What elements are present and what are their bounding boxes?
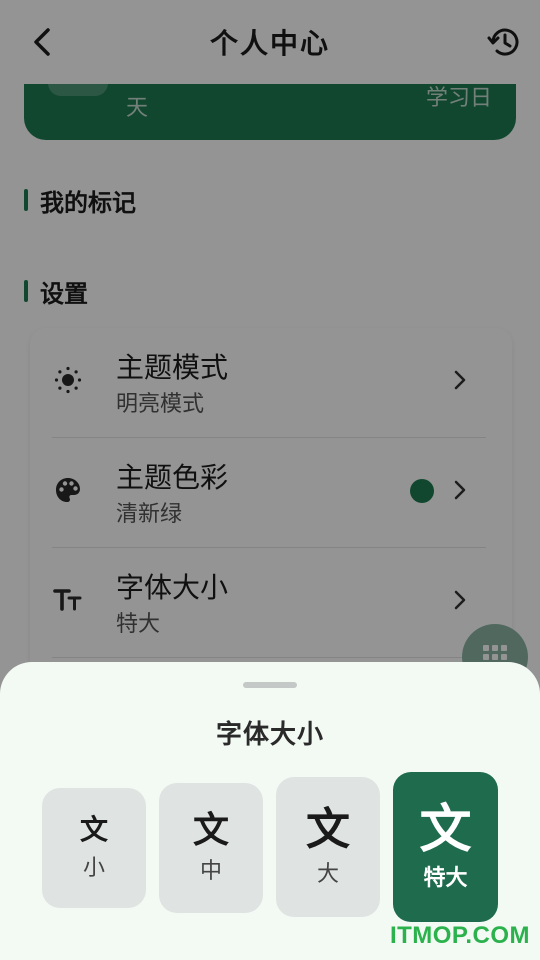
option-glyph: 文 <box>419 800 472 860</box>
option-glyph: 文 <box>306 804 350 855</box>
option-label: 中 <box>199 859 222 884</box>
option-label: 特大 <box>423 866 468 891</box>
font-size-option-xlarge[interactable]: 文 特大 <box>393 772 498 922</box>
font-size-option-medium[interactable]: 文 中 <box>159 783 263 913</box>
sheet-drag-handle[interactable] <box>243 682 297 688</box>
font-size-option-small[interactable]: 文 小 <box>42 788 146 908</box>
font-size-sheet: 字体大小 文 小 文 中 文 大 文 特大 <box>0 662 540 960</box>
option-glyph: 文 <box>192 810 229 851</box>
font-size-option-large[interactable]: 文 大 <box>276 777 380 917</box>
option-label: 小 <box>82 856 105 881</box>
sheet-title: 字体大小 <box>215 720 324 750</box>
option-label: 大 <box>316 862 339 887</box>
site-watermark: ITMOP.COM <box>389 922 530 949</box>
option-glyph: 文 <box>79 813 108 846</box>
